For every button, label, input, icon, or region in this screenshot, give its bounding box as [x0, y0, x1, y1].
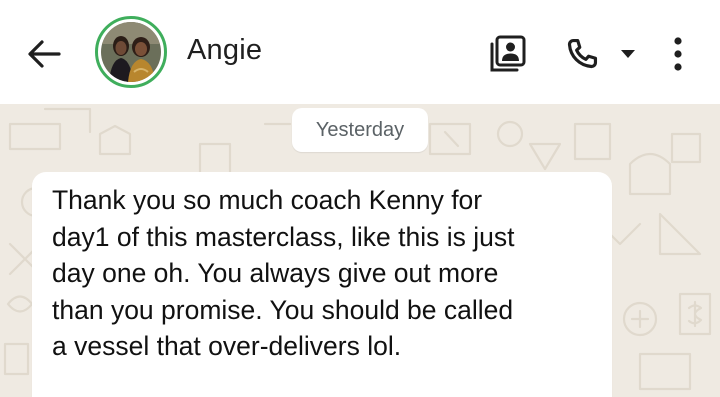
contact-card-button[interactable]: [486, 32, 530, 76]
call-options-button[interactable]: [614, 36, 642, 72]
voice-call-button[interactable]: [560, 32, 604, 76]
date-separator: Yesterday: [292, 108, 428, 152]
phone-icon: [567, 38, 598, 69]
more-options-button[interactable]: [664, 32, 692, 76]
chat-header: Angie: [0, 0, 720, 104]
message-bubble-incoming[interactable]: Thank you so much coach Kenny for day1 o…: [32, 172, 612, 397]
contact-name[interactable]: Angie: [187, 34, 262, 67]
contact-card-icon: [490, 35, 526, 72]
chat-screen: Angie Yesterday Thank you so much coach …: [0, 0, 720, 397]
arrow-left-icon: [28, 40, 61, 68]
avatar-photo: [101, 22, 161, 82]
chat-area[interactable]: Yesterday Thank you so much coach Kenny …: [0, 104, 720, 397]
avatar-image: [101, 22, 161, 82]
caret-down-icon: [621, 50, 635, 58]
more-vertical-icon: [674, 37, 682, 71]
message-text: Thank you so much coach Kenny for day1 o…: [52, 185, 515, 361]
avatar[interactable]: [95, 16, 167, 88]
back-button[interactable]: [24, 34, 64, 74]
